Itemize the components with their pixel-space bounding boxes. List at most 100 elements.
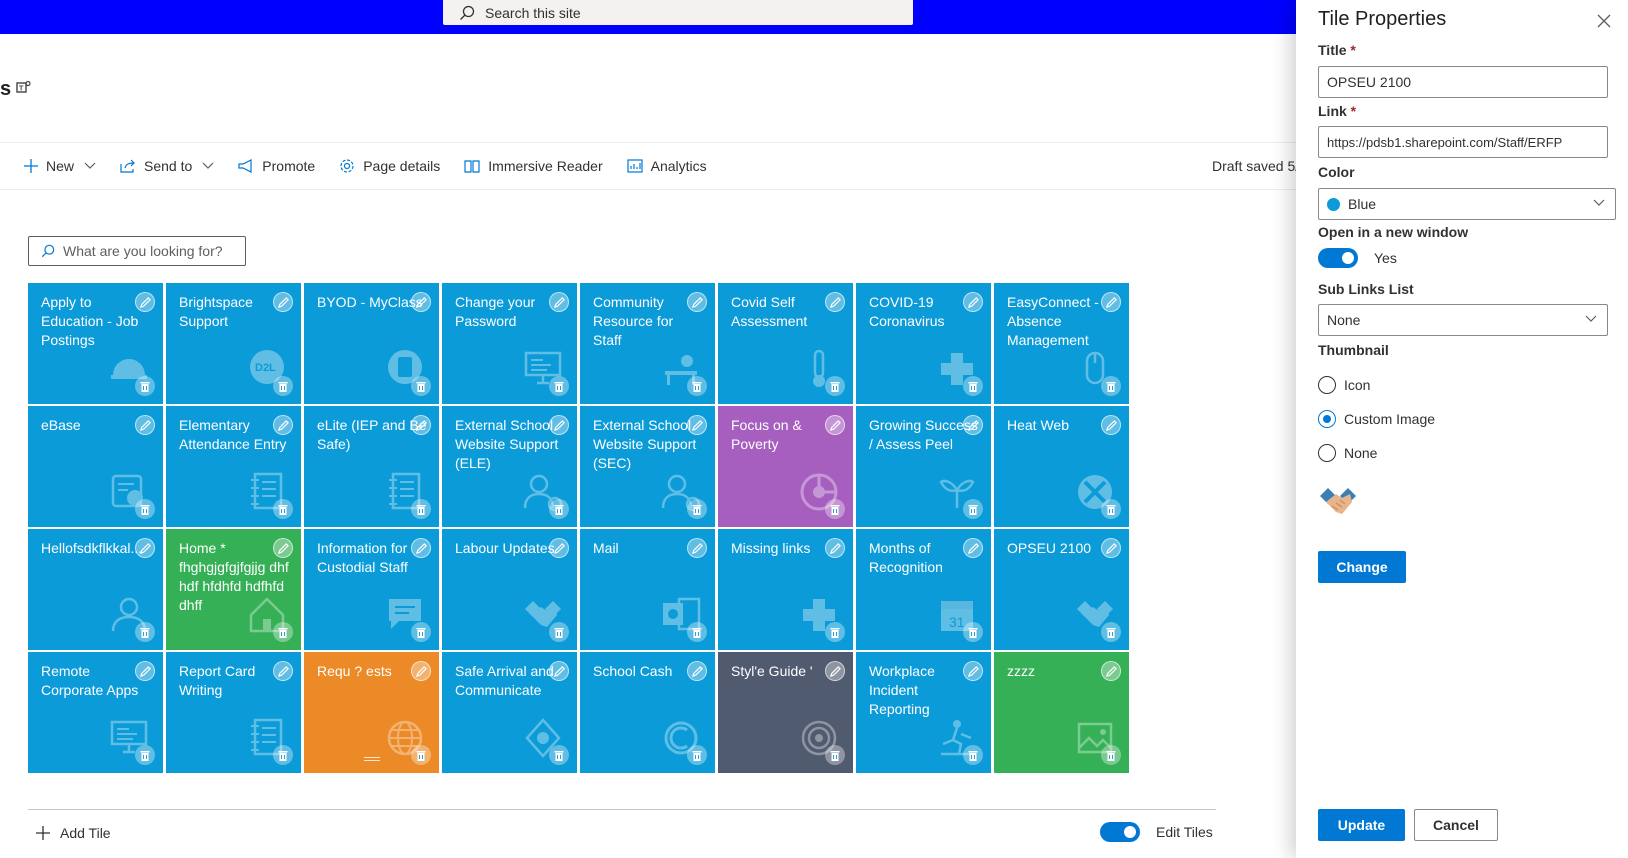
delete-tile-button[interactable] [687, 745, 707, 765]
delete-tile-button[interactable] [549, 622, 569, 642]
edit-tiles-toggle[interactable]: Edit Tiles [1100, 822, 1213, 842]
edit-tile-button[interactable] [687, 415, 707, 435]
tile[interactable]: Requ ? ests [304, 652, 439, 773]
radio-circle[interactable] [1318, 376, 1336, 394]
delete-tile-button[interactable] [1101, 376, 1121, 396]
tile[interactable]: BYOD - MyClass [304, 283, 439, 404]
delete-tile-button[interactable] [963, 745, 983, 765]
delete-tile-button[interactable] [273, 745, 293, 765]
send-to-button[interactable]: Send to [120, 158, 214, 174]
close-icon[interactable] [1597, 14, 1611, 28]
link-field[interactable]: https://pdsb1.sharepoint.com/Staff/ERFP [1318, 126, 1608, 158]
edit-tile-button[interactable] [687, 292, 707, 312]
tile[interactable]: Missing links [718, 529, 853, 650]
delete-tile-button[interactable] [411, 745, 431, 765]
thumbnail-option-custom-image[interactable]: Custom Image [1318, 410, 1435, 428]
tile[interactable]: zzzz [994, 652, 1129, 773]
tile[interactable]: Community Resource for Staff [580, 283, 715, 404]
tile[interactable]: EasyConnect - Absence Management [994, 283, 1129, 404]
edit-tile-button[interactable] [411, 538, 431, 558]
delete-tile-button[interactable] [273, 622, 293, 642]
change-button[interactable]: Change [1318, 551, 1406, 583]
cancel-button[interactable]: Cancel [1414, 809, 1498, 841]
edit-tile-button[interactable] [963, 415, 983, 435]
delete-tile-button[interactable] [135, 376, 155, 396]
drag-handle[interactable] [364, 757, 380, 761]
tile[interactable]: Hellofsdkflkkal... [28, 529, 163, 650]
radio-circle-selected[interactable] [1318, 410, 1336, 428]
edit-tile-button[interactable] [1101, 538, 1121, 558]
tile[interactable]: Covid Self Assessment [718, 283, 853, 404]
site-title[interactable]: s [0, 78, 11, 101]
delete-tile-button[interactable] [549, 376, 569, 396]
radio-circle[interactable] [1318, 444, 1336, 462]
tile[interactable]: Report Card Writing [166, 652, 301, 773]
edit-tile-button[interactable] [1101, 661, 1121, 681]
tile[interactable]: Focus on & Poverty [718, 406, 853, 527]
edit-tile-button[interactable] [549, 661, 569, 681]
analytics-button[interactable]: Analytics [627, 158, 707, 174]
delete-tile-button[interactable] [411, 622, 431, 642]
delete-tile-button[interactable] [963, 622, 983, 642]
edit-tile-button[interactable] [135, 538, 155, 558]
tile[interactable]: External School Website Support (SEC) [580, 406, 715, 527]
promote-button[interactable]: Promote [238, 158, 315, 174]
edit-tile-button[interactable] [135, 661, 155, 681]
edit-tile-button[interactable] [825, 538, 845, 558]
edit-tile-button[interactable] [825, 661, 845, 681]
delete-tile-button[interactable] [687, 499, 707, 519]
tile[interactable]: Heat Web [994, 406, 1129, 527]
edit-tile-button[interactable] [1101, 415, 1121, 435]
tile[interactable]: Brightspace Support D2L [166, 283, 301, 404]
tile[interactable]: Remote Corporate Apps [28, 652, 163, 773]
site-search-box[interactable]: Search this site [443, 0, 913, 25]
toggle-switch[interactable] [1318, 248, 1358, 268]
edit-tile-button[interactable] [687, 661, 707, 681]
title-field[interactable]: OPSEU 2100 [1318, 66, 1608, 98]
delete-tile-button[interactable] [549, 499, 569, 519]
delete-tile-button[interactable] [1101, 499, 1121, 519]
delete-tile-button[interactable] [273, 376, 293, 396]
edit-tile-button[interactable] [135, 415, 155, 435]
delete-tile-button[interactable] [1101, 622, 1121, 642]
add-tile-button[interactable]: Add Tile [36, 825, 111, 841]
edit-tile-button[interactable] [549, 415, 569, 435]
tile[interactable]: School Cash [580, 652, 715, 773]
delete-tile-button[interactable] [135, 499, 155, 519]
tile[interactable]: Months of Recognition 31 [856, 529, 991, 650]
tile[interactable]: Styl'e Guide ' [718, 652, 853, 773]
edit-tile-button[interactable] [687, 538, 707, 558]
edit-tile-button[interactable] [411, 292, 431, 312]
delete-tile-button[interactable] [1101, 745, 1121, 765]
tile[interactable]: COVID-19 Coronavirus [856, 283, 991, 404]
delete-tile-button[interactable] [411, 376, 431, 396]
tile[interactable]: Home * fhghgjgfgjfgjjg dhf hdf hfdhfd hd… [166, 529, 301, 650]
delete-tile-button[interactable] [825, 499, 845, 519]
teams-icon[interactable]: T [16, 80, 32, 94]
edit-tile-button[interactable] [411, 661, 431, 681]
edit-tile-button[interactable] [963, 292, 983, 312]
delete-tile-button[interactable] [687, 622, 707, 642]
update-button[interactable]: Update [1318, 809, 1405, 841]
delete-tile-button[interactable] [963, 499, 983, 519]
edit-tile-button[interactable] [549, 292, 569, 312]
tile[interactable]: Workplace Incident Reporting [856, 652, 991, 773]
tile[interactable]: OPSEU 2100 [994, 529, 1129, 650]
edit-tile-button[interactable] [963, 538, 983, 558]
new-window-toggle[interactable]: Yes [1318, 248, 1397, 268]
tile[interactable]: Mail [580, 529, 715, 650]
tile[interactable]: Information for Custodial Staff [304, 529, 439, 650]
tile[interactable]: Elementary Attendance Entry [166, 406, 301, 527]
delete-tile-button[interactable] [411, 499, 431, 519]
new-button[interactable]: New [24, 158, 96, 174]
edit-tile-button[interactable] [273, 415, 293, 435]
edit-tile-button[interactable] [549, 538, 569, 558]
delete-tile-button[interactable] [135, 745, 155, 765]
tile-search-input[interactable]: What are you looking for? [28, 236, 246, 266]
immersive-reader-button[interactable]: Immersive Reader [464, 158, 603, 174]
delete-tile-button[interactable] [825, 745, 845, 765]
delete-tile-button[interactable] [825, 376, 845, 396]
edit-tile-button[interactable] [1101, 292, 1121, 312]
tile[interactable]: External School Website Support (ELE) [442, 406, 577, 527]
delete-tile-button[interactable] [963, 376, 983, 396]
